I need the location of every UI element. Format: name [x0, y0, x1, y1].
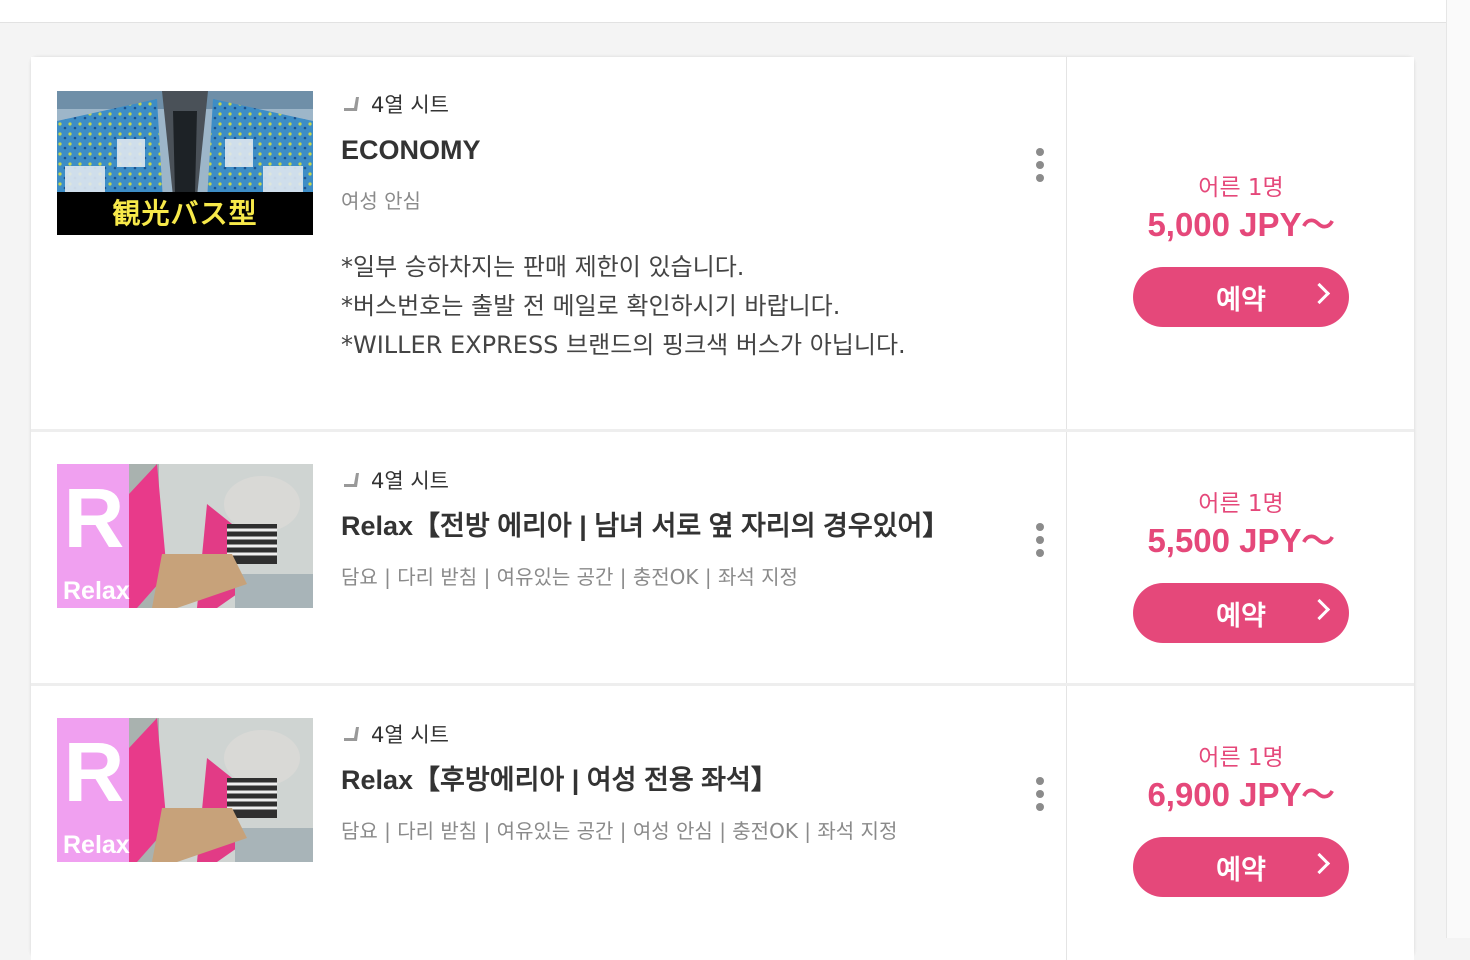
plan-image-relax[interactable]: R Relax	[57, 718, 313, 862]
image-caption: Relax	[63, 577, 130, 605]
chevron-right-icon	[1308, 282, 1331, 305]
plan-list: 観光バス型 4열 시트 ECONOMY 여성 안심 *일부 승하차지는 판매 제…	[31, 57, 1414, 960]
relax-letter-badge: R	[63, 725, 125, 819]
note-line: *일부 승하차지는 판매 제한이 있습니다.	[341, 253, 745, 281]
plan-image-economy[interactable]: 観光バス型	[57, 91, 313, 235]
seat-type: 4열 시트	[341, 720, 986, 750]
price-panel: 어른 1명 5,000 JPY～ 예약	[1066, 57, 1415, 429]
price-amount: 5,000 JPY～	[1147, 206, 1335, 243]
price-box: 어른 1명 6,900 JPY～	[1067, 743, 1415, 815]
plan-image-relax[interactable]: R Relax	[57, 464, 313, 608]
more-options-icon[interactable]	[1031, 148, 1049, 182]
seat-icon	[344, 97, 359, 111]
price-panel: 어른 1명 6,900 JPY～ 예약	[1066, 686, 1415, 960]
plan-info: 4열 시트 Relax【전방 에리아 | 남녀 서로 옆 자리의 경우있어】 담…	[341, 466, 986, 592]
plan-details: R Relax 4열 시트 Relax【후방에리아 | 여성 전용 좌석】 담요…	[31, 686, 1066, 960]
plan-info: 4열 시트 Relax【후방에리아 | 여성 전용 좌석】 담요 | 다리 받침…	[341, 720, 986, 846]
top-header-bar	[0, 0, 1446, 23]
plan-details: 観光バス型 4열 시트 ECONOMY 여성 안심 *일부 승하차지는 판매 제…	[31, 57, 1066, 429]
chevron-right-icon	[1308, 852, 1331, 875]
plan-tags: 담요 | 다리 받침 | 여유있는 공간 | 여성 안심 | 충전OK | 좌석…	[341, 819, 898, 843]
reserve-button-label: 예약	[1216, 600, 1266, 632]
seat-type-label: 4열 시트	[371, 93, 449, 117]
plan-details: R Relax 4열 시트 Relax【전방 에리아 | 남녀 서로 옆 자리의…	[31, 432, 1066, 683]
reserve-button-label: 예약	[1216, 854, 1266, 886]
price-amount: 5,500 JPY～	[1147, 522, 1335, 559]
more-options-icon[interactable]	[1031, 523, 1049, 557]
plan-title: Relax【전방 에리아 | 남녀 서로 옆 자리의 경우있어】	[341, 511, 950, 541]
page-right-edge	[1446, 0, 1470, 938]
reserve-button[interactable]: 예약	[1133, 267, 1349, 327]
image-caption: Relax	[63, 831, 130, 859]
relax-letter-badge: R	[63, 471, 125, 565]
seat-type: 4열 시트	[341, 466, 986, 496]
image-caption-band: 観光バス型	[57, 192, 313, 235]
plan-tags: 담요 | 다리 받침 | 여유있는 공간 | 충전OK | 좌석 지정	[341, 565, 798, 589]
plan-card-relax-rear: R Relax 4열 시트 Relax【후방에리아 | 여성 전용 좌석】 담요…	[31, 683, 1414, 960]
price-box: 어른 1명 5,000 JPY～	[1067, 173, 1415, 245]
pax-label: 어른 1명	[1198, 491, 1284, 517]
seat-type-label: 4열 시트	[371, 723, 449, 747]
seat-type: 4열 시트	[341, 90, 986, 120]
reserve-button[interactable]: 예약	[1133, 837, 1349, 897]
plan-tags: 여성 안심	[341, 189, 421, 213]
note-line: *버스번호는 출발 전 메일로 확인하시기 바랍니다.	[341, 292, 841, 320]
plan-title: ECONOMY	[341, 135, 481, 165]
plan-info: 4열 시트 ECONOMY 여성 안심 *일부 승하차지는 판매 제한이 있습니…	[341, 90, 986, 365]
reserve-button-label: 예약	[1216, 284, 1266, 316]
price-amount: 6,900 JPY～	[1147, 776, 1335, 813]
price-panel: 어른 1명 5,500 JPY～ 예약	[1066, 432, 1415, 683]
plan-card-economy: 観光バス型 4열 시트 ECONOMY 여성 안심 *일부 승하차지는 판매 제…	[31, 57, 1414, 429]
more-options-icon[interactable]	[1031, 777, 1049, 811]
seat-icon	[344, 727, 359, 741]
note-line: *WILLER EXPRESS 브랜드의 핑크색 버스가 아닙니다.	[341, 331, 906, 359]
pax-label: 어른 1명	[1198, 745, 1284, 771]
plan-title: Relax【후방에리아 | 여성 전용 좌석】	[341, 765, 778, 795]
seat-icon	[344, 473, 359, 487]
plan-notes: *일부 승하차지는 판매 제한이 있습니다. *버스번호는 출발 전 메일로 확…	[341, 248, 986, 365]
pax-label: 어른 1명	[1198, 175, 1284, 201]
chevron-right-icon	[1308, 598, 1331, 621]
plan-card-relax-front: R Relax 4열 시트 Relax【전방 에리아 | 남녀 서로 옆 자리의…	[31, 429, 1414, 683]
price-box: 어른 1명 5,500 JPY～	[1067, 489, 1415, 561]
reserve-button[interactable]: 예약	[1133, 583, 1349, 643]
seat-type-label: 4열 시트	[371, 469, 449, 493]
